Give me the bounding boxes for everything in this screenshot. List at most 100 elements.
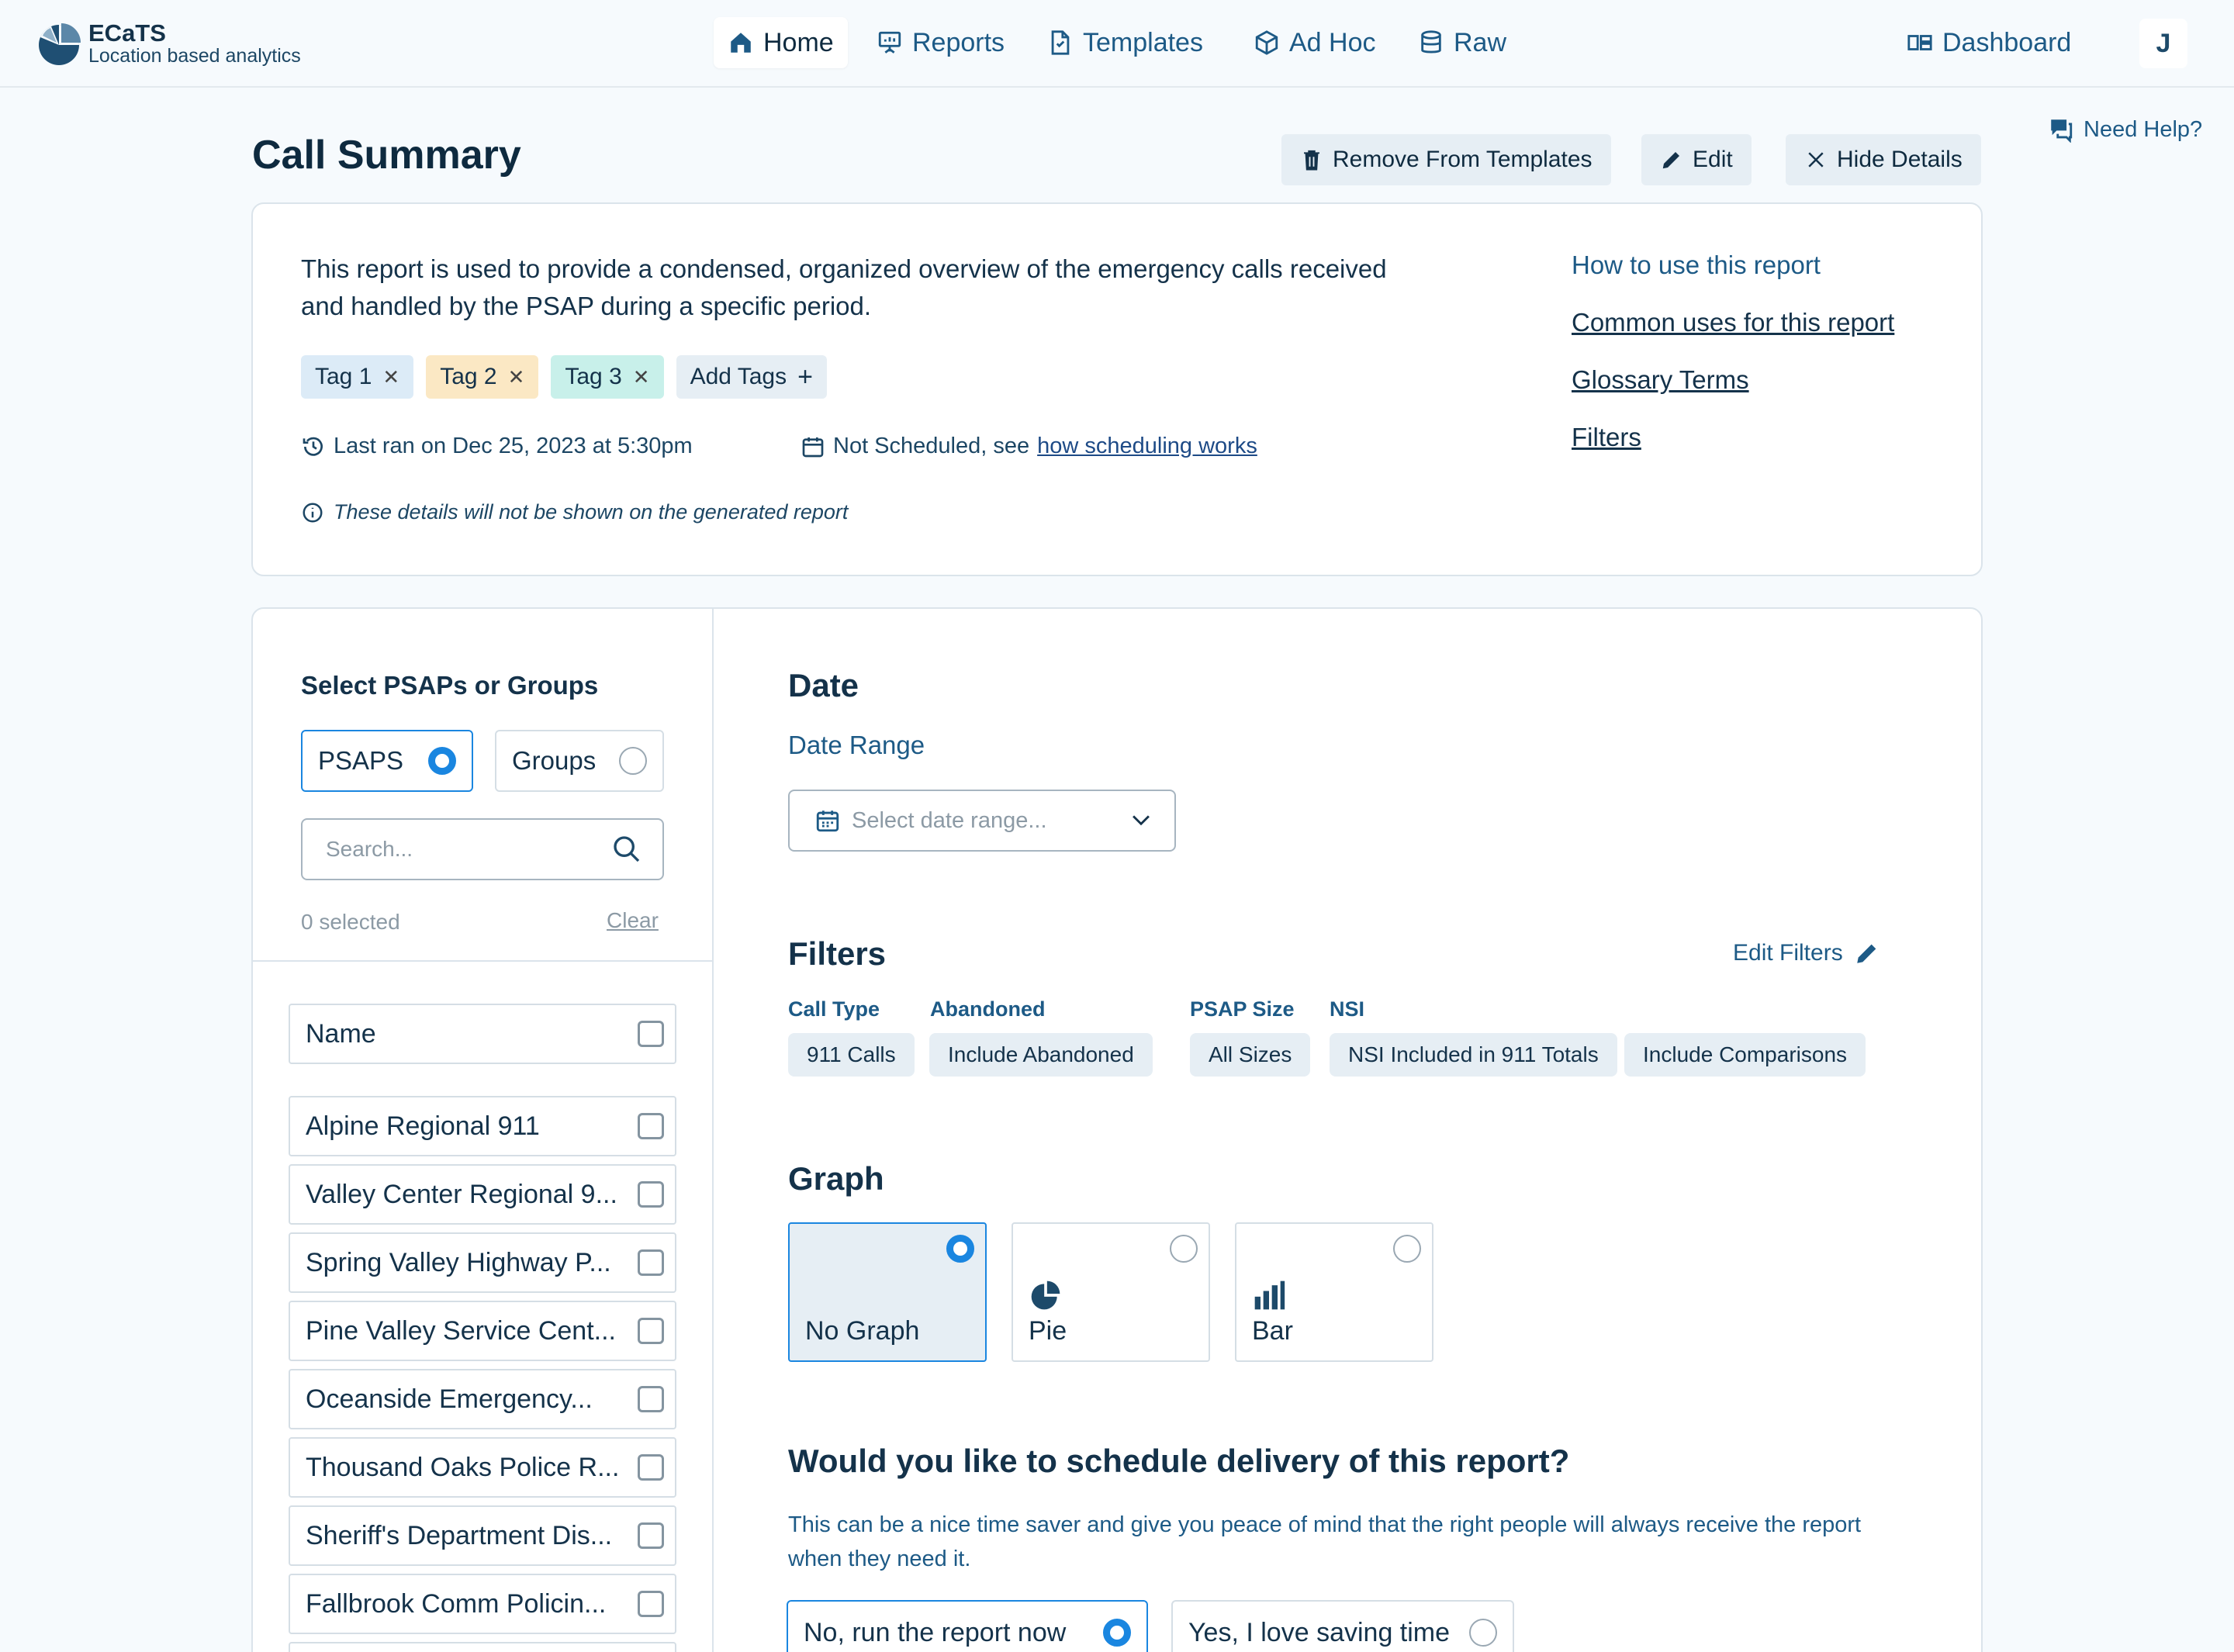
psap-list-item[interactable]: Fallbrook Comm Policin... [289,1574,676,1634]
page-title: Call Summary [252,133,521,178]
psap-checkbox[interactable] [638,1113,664,1139]
graph-bar-radio[interactable] [1393,1235,1421,1263]
schedule-radio-button[interactable] [1469,1619,1497,1647]
graph-option-none[interactable]: No Graph [788,1222,987,1362]
remove-from-templates-button[interactable]: Remove From Templates [1281,134,1611,185]
calendar-icon [816,810,839,832]
edit-filters-button[interactable]: Edit Filters [1733,940,1880,966]
info-icon [303,503,323,522]
tag-chip[interactable]: Tag 1 ✕ [301,355,414,399]
edit-button[interactable]: Edit [1641,134,1752,185]
remove-tag-icon[interactable]: ✕ [633,365,650,389]
clear-selection-link[interactable]: Clear [607,908,659,933]
psap-list-item[interactable]: Thousand Oaks Police R... [289,1437,676,1498]
pencil-icon [1856,944,1876,963]
glossary-terms-link[interactable]: Glossary Terms [1572,365,1749,395]
name-header-row[interactable]: Name [289,1004,676,1064]
select-all-checkbox[interactable] [638,1021,664,1047]
search-icon[interactable] [611,834,642,865]
nav-dashboard[interactable]: Dashboard [1893,17,2085,68]
nav-reports[interactable]: Reports [863,17,1018,68]
nav-adhoc-label: Ad Hoc [1289,27,1376,57]
report-details-card: This report is used to provide a condens… [251,202,1983,576]
document-icon [1051,30,1070,55]
nav-raw[interactable]: Raw [1404,17,1520,68]
psap-checkbox[interactable] [638,1181,664,1208]
psap-checkbox[interactable] [638,1249,664,1276]
graph-option-bar[interactable]: Bar [1235,1222,1433,1362]
filter-label-call-type: Call Type [788,997,880,1021]
graph-option-pie[interactable]: Pie [1012,1222,1210,1362]
schedule-description: This can be a nice time saver and give y… [788,1512,1862,1571]
remove-tag-icon[interactable]: ✕ [508,365,525,389]
app-logo[interactable]: ECaTS Location based analytics [36,20,301,67]
run-now-radio-button[interactable] [1103,1619,1131,1647]
date-section-title: Date [788,667,859,703]
nav-dashboard-label: Dashboard [1942,27,2072,57]
graph-pie-radio[interactable] [1170,1235,1198,1263]
need-help-label: Need Help? [2084,116,2203,142]
graph-none-radio[interactable] [946,1235,974,1263]
psap-checkbox[interactable] [638,1386,664,1412]
psap-list-item[interactable]: Sheriff's Department Dis... [289,1505,676,1566]
psaps-radio-button[interactable] [428,747,456,775]
run-now-radio-option[interactable]: No, run the report now [787,1600,1148,1652]
edit-filters-label: Edit Filters [1733,940,1843,966]
psap-name: Thousand Oaks Police R... [306,1452,620,1482]
scheduling-help-link[interactable]: how scheduling works [1037,434,1257,459]
remove-tag-icon[interactable]: ✕ [382,365,399,389]
tag-label: Tag 3 [565,364,622,389]
filters-section-title: Filters [788,935,887,972]
nav-reports-label: Reports [912,27,1005,57]
psap-search-input[interactable]: Search... [301,818,664,880]
schedule-info: Not Scheduled, see how scheduling works [801,434,1257,459]
groups-radio-option[interactable]: Groups [495,730,664,792]
psap-list-item[interactable]: Valley Center Regional 9... [289,1164,676,1225]
date-range-label: Date Range [788,731,925,759]
psap-list-item[interactable]: Pine Valley Service Cent... [289,1301,676,1361]
date-range-placeholder: Select date range... [852,807,1047,833]
psap-list-item[interactable] [289,1642,676,1652]
hide-details-label: Hide Details [1837,147,1963,172]
nav-adhoc[interactable]: Ad Hoc [1240,17,1390,68]
chevron-down-icon [1133,815,1150,826]
psap-list-item[interactable]: Alpine Regional 911 [289,1096,676,1156]
add-tags-button[interactable]: Add Tags + [676,355,827,399]
filter-value-chip: Include Comparisons [1624,1033,1866,1077]
nav-home[interactable]: Home [714,17,848,68]
name-header-label: Name [306,1018,376,1049]
pie-chart-icon [1031,1280,1060,1310]
date-range-select[interactable]: Select date range... [788,790,1176,852]
filter-value-chip: NSI Included in 911 Totals [1330,1033,1617,1077]
groups-radio-button[interactable] [619,747,647,775]
graph-pie-label: Pie [1029,1316,1067,1346]
need-help-link[interactable]: Need Help? [2048,116,2202,143]
psap-checkbox[interactable] [638,1522,664,1549]
tag-chip[interactable]: Tag 2 ✕ [426,355,539,399]
details-note-text: These details will not be shown on the g… [334,500,849,524]
psap-list-item[interactable]: Spring Valley Highway P... [289,1232,676,1293]
graph-bar-label: Bar [1252,1316,1293,1346]
nav-templates[interactable]: Templates [1033,17,1217,68]
how-to-use-link[interactable]: How to use this report [1572,251,1821,280]
psaps-radio-label: PSAPS [318,746,404,775]
report-description: This report is used to provide a condens… [301,254,1387,320]
tag-chip[interactable]: Tag 3 ✕ [551,355,664,399]
psap-checkbox[interactable] [638,1454,664,1481]
psap-checkbox[interactable] [638,1591,664,1617]
hide-details-button[interactable]: Hide Details [1786,134,1981,185]
psap-name: Alpine Regional 911 [306,1111,540,1141]
psap-list-item[interactable]: Oceanside Emergency... [289,1369,676,1429]
cube-icon [1255,30,1278,55]
run-now-label: No, run the report now [804,1617,1067,1647]
remove-label: Remove From Templates [1333,147,1593,172]
psap-checkbox[interactable] [638,1318,664,1344]
top-navigation: ECaTS Location based analytics Home Repo… [0,0,2234,88]
common-uses-link[interactable]: Common uses for this report [1572,308,1894,337]
schedule-radio-option[interactable]: Yes, I love saving time [1171,1600,1514,1652]
psaps-radio-option[interactable]: PSAPS [301,730,473,792]
plus-icon: + [797,361,813,392]
panel-divider [253,960,712,962]
user-avatar[interactable]: J [2139,19,2187,68]
filters-link[interactable]: Filters [1572,423,1641,452]
